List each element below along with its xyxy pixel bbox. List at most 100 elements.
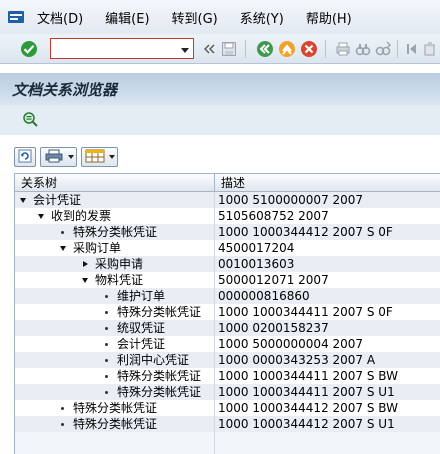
menu-help[interactable]: 帮助(H)	[306, 8, 352, 27]
cancel-icon[interactable]	[300, 40, 318, 58]
tree-row[interactable]: 采购订单 4500017204	[15, 240, 440, 256]
command-field[interactable]	[50, 38, 194, 59]
menu-document[interactable]: 文档(D)	[37, 8, 83, 27]
collapsed-node-icon[interactable]	[83, 261, 88, 267]
tree-row[interactable]: 收到的发票 5105608752 2007	[15, 208, 440, 224]
display-document-icon[interactable]	[22, 111, 40, 132]
tree-row[interactable]: 统驭凭证 1000 0200158237	[15, 320, 440, 336]
tree-node-label[interactable]: 采购申请	[95, 256, 143, 272]
tree-node-description: 1000 5100000007 2007	[218, 193, 364, 207]
find-next-icon[interactable]	[374, 40, 392, 58]
tree-node-cell[interactable]: 会计凭证	[15, 336, 215, 352]
tree-node-label[interactable]: 统驭凭证	[117, 320, 165, 336]
tree-node-description: 1000 1000344412 2007 S BW	[218, 401, 398, 415]
tree-node-cell[interactable]: 会计凭证	[15, 192, 215, 208]
tree-node-description: 1000 1000344411 2007 S 0F	[218, 305, 393, 319]
menu-system[interactable]: 系统(Y)	[240, 8, 284, 27]
back-icon[interactable]	[256, 40, 274, 58]
tree-node-description: 0010013603	[218, 257, 295, 271]
tree-node-label[interactable]: 维护订单	[117, 288, 165, 304]
expanded-node-icon[interactable]	[60, 246, 66, 251]
tree-row[interactable]: 特殊分类帐凭证 1000 1000344411 2007 S BW	[15, 368, 440, 384]
chevron-down-icon	[68, 155, 74, 159]
tree-row[interactable]: 利润中心凭证 1000 0000343253 2007 A	[15, 352, 440, 368]
tree-row[interactable]: 采购申请 0010013603	[15, 256, 440, 272]
layout-menu-button[interactable]	[81, 147, 118, 167]
tree-node-label[interactable]: 特殊分类帐凭证	[73, 416, 157, 432]
tree-node-cell[interactable]: 特殊分类帐凭证	[15, 400, 215, 416]
tree-node-cell[interactable]: 特殊分类帐凭证	[15, 384, 215, 400]
refresh-button[interactable]	[14, 147, 36, 167]
leaf-node-icon	[105, 311, 108, 314]
previous-page-icon[interactable]	[420, 40, 438, 58]
tree-node-label[interactable]: 利润中心凭证	[117, 352, 189, 368]
tree-row[interactable]: 会计凭证 1000 5000000004 2007	[15, 336, 440, 352]
tree-node-label[interactable]: 特殊分类帐凭证	[73, 400, 157, 416]
expanded-node-icon[interactable]	[82, 278, 88, 283]
tree-node-cell[interactable]: 特殊分类帐凭证	[15, 368, 215, 384]
tree-node-cell[interactable]: 收到的发票	[15, 208, 215, 224]
tree-node-cell[interactable]: 采购申请	[15, 256, 215, 272]
tree-node-cell[interactable]: 特殊分类帐凭证	[15, 224, 215, 240]
first-page-icon[interactable]	[403, 40, 421, 58]
expanded-node-icon[interactable]	[38, 214, 44, 219]
find-icon[interactable]	[354, 40, 372, 58]
tree-node-description: 1000 0000343253 2007 A	[218, 353, 376, 367]
sap-logo-icon[interactable]	[5, 6, 27, 28]
leaf-node-icon	[61, 423, 64, 426]
leaf-node-icon	[105, 391, 108, 394]
tree-node-label[interactable]: 特殊分类帐凭证	[117, 368, 201, 384]
tree-row[interactable]: 物料凭证 5000012071 2007	[15, 272, 440, 288]
tree-node-description: 5000012071 2007	[218, 273, 329, 287]
tree-node-label[interactable]: 会计凭证	[33, 192, 81, 208]
tree-node-label[interactable]: 收到的发票	[51, 208, 111, 224]
menu-goto[interactable]: 转到(G)	[172, 8, 218, 27]
tree-row[interactable]: 特殊分类帐凭证 1000 1000344412 2007 S 0F	[15, 224, 440, 240]
standard-toolbar	[0, 34, 440, 64]
tree-node-cell[interactable]: 特殊分类帐凭证	[15, 304, 215, 320]
tree-node-cell[interactable]: 统驭凭证	[15, 320, 215, 336]
tree-filler	[15, 432, 440, 454]
tree-node-label[interactable]: 会计凭证	[117, 336, 165, 352]
tree-node-label[interactable]: 特殊分类帐凭证	[73, 224, 157, 240]
double-left-arrow-icon[interactable]	[200, 40, 218, 58]
tree-node-description: 000000816860	[218, 289, 310, 303]
toolbar-separator	[325, 40, 326, 58]
tree-node-cell[interactable]: 维护订单	[15, 288, 215, 304]
chevron-down-icon	[109, 155, 115, 159]
command-input[interactable]	[51, 39, 173, 58]
tree-node-cell[interactable]: 利润中心凭证	[15, 352, 215, 368]
column-header-relationship-tree[interactable]: 关系树	[15, 174, 215, 191]
menu-bar: 文档(D) 编辑(E) 转到(G) 系统(Y) 帮助(H)	[0, 0, 440, 34]
tree-node-label[interactable]: 特殊分类帐凭证	[117, 384, 201, 400]
tree-node-cell[interactable]: 特殊分类帐凭证	[15, 416, 215, 432]
application-toolbar	[0, 105, 440, 135]
print-menu-button[interactable]	[40, 147, 77, 167]
expanded-node-icon[interactable]	[20, 198, 26, 203]
tree-node-cell[interactable]: 物料凭证	[15, 272, 215, 288]
tree-node-label[interactable]: 物料凭证	[95, 272, 143, 288]
tree-row[interactable]: 特殊分类帐凭证 1000 1000344412 2007 S U1	[15, 416, 440, 432]
tree-row[interactable]: 会计凭证 1000 5100000007 2007	[15, 192, 440, 208]
tree-header: 关系树 描述	[15, 174, 440, 192]
tree-row[interactable]: 特殊分类帐凭证 1000 1000344411 2007 S 0F	[15, 304, 440, 320]
tree-row[interactable]: 特殊分类帐凭证 1000 1000344412 2007 S BW	[15, 400, 440, 416]
toolbar-separator	[397, 40, 398, 58]
save-icon[interactable]	[220, 40, 238, 58]
exit-icon[interactable]	[278, 40, 296, 58]
tree-node-description: 4500017204	[218, 241, 295, 255]
leaf-node-icon	[105, 375, 108, 378]
toolbar-separator	[245, 40, 246, 58]
chevron-down-icon[interactable]	[180, 44, 190, 58]
column-header-description[interactable]: 描述	[215, 174, 245, 191]
print-icon[interactable]	[334, 40, 352, 58]
enter-icon[interactable]	[20, 40, 38, 58]
tree-node-description: 1000 1000344412 2007 S 0F	[218, 225, 393, 239]
menu-edit[interactable]: 编辑(E)	[105, 8, 149, 27]
tree-row[interactable]: 特殊分类帐凭证 1000 1000344411 2007 S U1	[15, 384, 440, 400]
tree-node-label[interactable]: 特殊分类帐凭证	[117, 304, 201, 320]
refresh-icon	[17, 148, 33, 167]
tree-node-cell[interactable]: 采购订单	[15, 240, 215, 256]
tree-node-label[interactable]: 采购订单	[73, 240, 121, 256]
tree-row[interactable]: 维护订单 000000816860	[15, 288, 440, 304]
